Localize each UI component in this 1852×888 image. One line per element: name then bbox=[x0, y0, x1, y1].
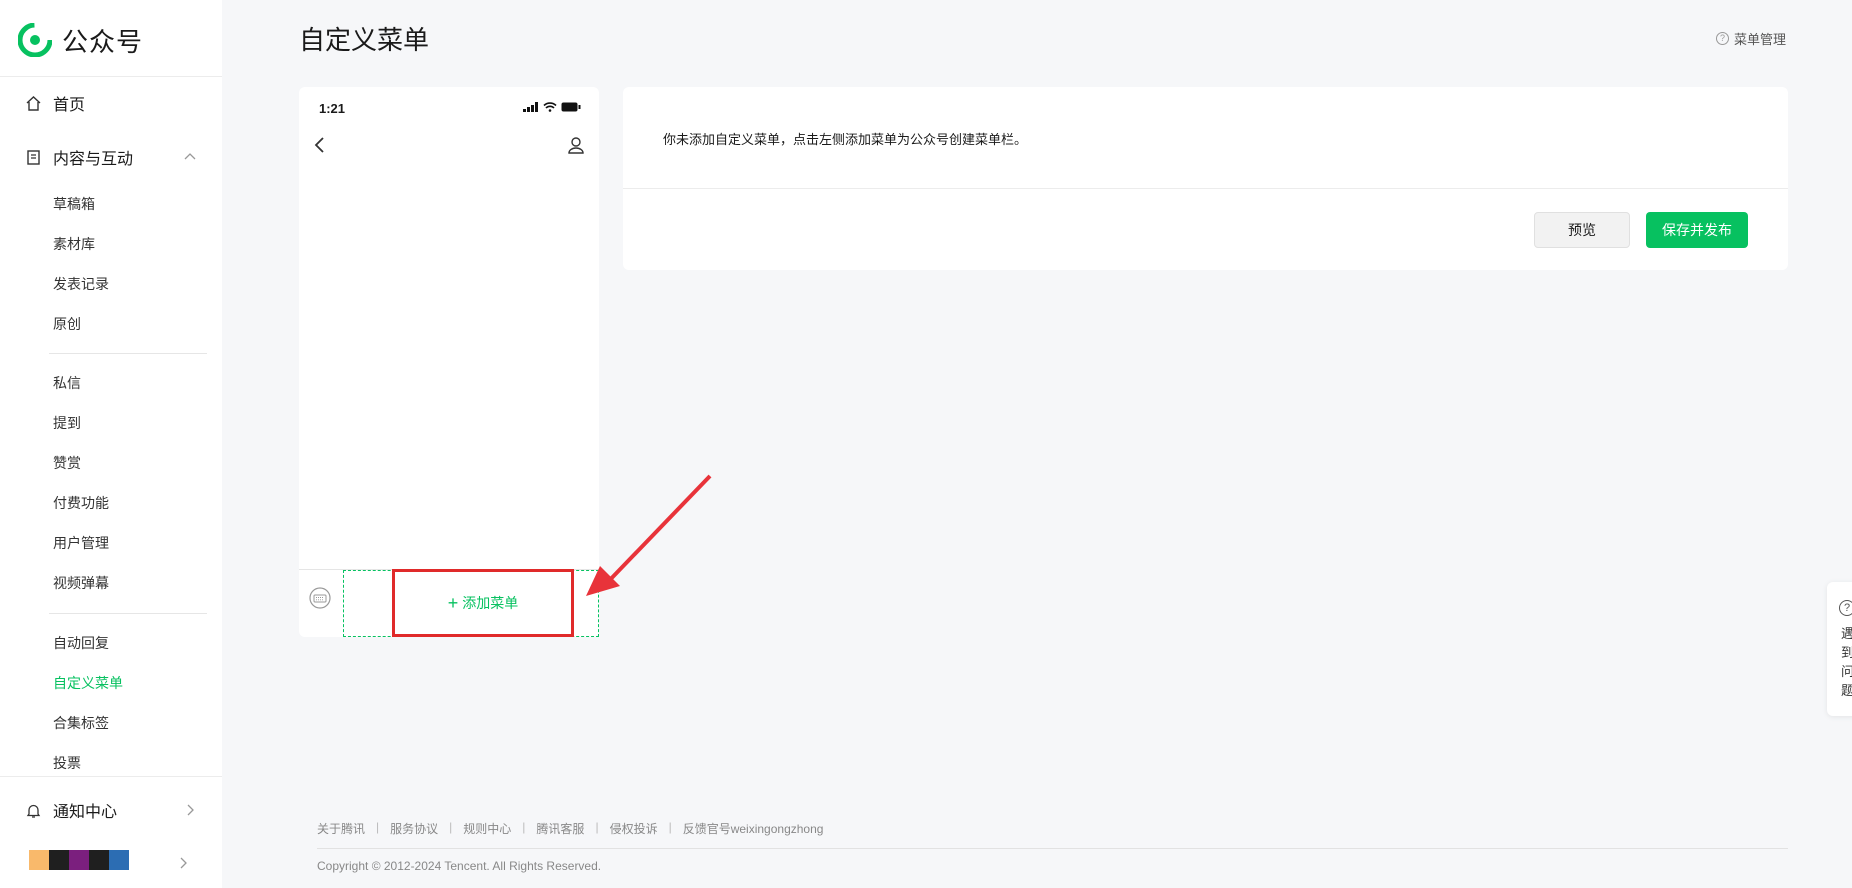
preview-button[interactable]: 预览 bbox=[1534, 212, 1630, 248]
add-menu-label: 添加菜单 bbox=[462, 595, 519, 611]
footer-separator: | bbox=[668, 820, 672, 834]
annotation-arrow-icon bbox=[586, 474, 712, 596]
sidebar-item-rewards[interactable]: 赞赏 bbox=[53, 453, 81, 473]
sidebar-divider bbox=[0, 776, 222, 777]
app-logo[interactable]: 公众号 bbox=[18, 22, 143, 58]
back-arrow-icon[interactable] bbox=[313, 135, 327, 155]
account-avatar-block bbox=[29, 850, 49, 870]
footer-link-service-agreement[interactable]: 服务协议 bbox=[390, 820, 438, 837]
help-circle-icon: ? bbox=[1715, 32, 1729, 45]
sidebar-item-drafts[interactable]: 草稿箱 bbox=[53, 194, 95, 214]
footer-divider bbox=[317, 848, 1788, 849]
menu-manage-label: 菜单管理 bbox=[1733, 32, 1786, 47]
sidebar-item-voting[interactable]: 投票 bbox=[53, 753, 81, 773]
sidebar-item-publish-records[interactable]: 发表记录 bbox=[53, 274, 109, 294]
app-name: 公众号 bbox=[62, 26, 144, 57]
sidebar-item-collection-tags[interactable]: 合集标签 bbox=[53, 713, 109, 733]
account-avatar-block bbox=[89, 850, 109, 870]
phone-status-time: 1:21 bbox=[319, 101, 346, 116]
footer-separator: | bbox=[449, 820, 453, 834]
sidebar-item-auto-reply[interactable]: 自动回复 bbox=[53, 633, 109, 653]
help-circle-icon: ? bbox=[1839, 600, 1852, 616]
sidebar-item-custom-menu[interactable]: 自定义菜单 bbox=[53, 673, 123, 693]
account-avatar-block bbox=[69, 850, 89, 870]
sidebar-item-home[interactable]: 首页 bbox=[25, 91, 197, 115]
account-avatar-block bbox=[49, 850, 69, 870]
chevron-right-icon[interactable] bbox=[176, 856, 190, 870]
sidebar-item-mentions[interactable]: 提到 bbox=[53, 413, 81, 433]
chevron-right-icon bbox=[183, 803, 197, 817]
keyboard-toggle-icon[interactable] bbox=[309, 587, 331, 609]
account-avatar-mosaic[interactable] bbox=[29, 850, 129, 870]
account-avatar-block bbox=[109, 850, 129, 870]
document-icon bbox=[25, 149, 42, 166]
sidebar-item-label: 通知中心 bbox=[53, 804, 118, 821]
sidebar-divider bbox=[49, 353, 207, 354]
footer-separator: | bbox=[376, 820, 380, 834]
wifi-icon bbox=[543, 102, 557, 112]
sidebar-item-content[interactable]: 内容与互动 bbox=[25, 145, 197, 169]
phone-status-icons bbox=[523, 102, 581, 112]
sidebar: 公众号 首页 内容与互动 草稿箱 素材库 发表记录 原创 私信 提到 赞赏 付费… bbox=[0, 0, 222, 888]
footer-link-about[interactable]: 关于腾讯 bbox=[317, 820, 365, 837]
plus-icon: + bbox=[447, 593, 459, 613]
help-float-label: 遇到问题 bbox=[1841, 626, 1852, 698]
panel-divider bbox=[623, 188, 1788, 189]
sidebar-item-video-danmaku[interactable]: 视频弹幕 bbox=[53, 573, 109, 593]
help-float-button[interactable]: ? 遇到问题 bbox=[1827, 582, 1852, 716]
save-publish-button[interactable]: 保存并发布 bbox=[1646, 212, 1748, 248]
sidebar-item-label: 首页 bbox=[53, 97, 86, 114]
sidebar-item-messages[interactable]: 私信 bbox=[53, 373, 81, 393]
home-icon bbox=[25, 95, 42, 112]
sidebar-item-original[interactable]: 原创 bbox=[53, 314, 81, 334]
footer-link-rules-center[interactable]: 规则中心 bbox=[463, 820, 511, 837]
page-title: 自定义菜单 bbox=[299, 25, 430, 55]
battery-icon bbox=[561, 102, 581, 112]
empty-menu-hint: 你未添加自定义菜单，点击左侧添加菜单为公众号创建菜单栏。 bbox=[663, 132, 1028, 147]
add-menu-button[interactable]: + 添加菜单 bbox=[392, 569, 574, 637]
sidebar-item-paid-features[interactable]: 付费功能 bbox=[53, 493, 109, 513]
sidebar-divider bbox=[0, 76, 222, 77]
sidebar-item-materials[interactable]: 素材库 bbox=[53, 234, 95, 254]
menu-editor-panel: 你未添加自定义菜单，点击左侧添加菜单为公众号创建菜单栏。 预览 保存并发布 bbox=[623, 87, 1788, 270]
sidebar-divider bbox=[49, 613, 207, 614]
phone-preview: 1:21 + 添加菜单 bbox=[299, 87, 599, 637]
user-profile-icon[interactable] bbox=[567, 135, 585, 155]
footer-separator: | bbox=[522, 820, 526, 834]
footer-link-infringement[interactable]: 侵权投诉 bbox=[610, 820, 658, 837]
footer-link-customer-service[interactable]: 腾讯客服 bbox=[536, 820, 584, 837]
wechat-official-logo-icon bbox=[18, 23, 52, 57]
sidebar-item-notice-center[interactable]: 通知中心 bbox=[25, 798, 197, 822]
footer-separator: | bbox=[595, 820, 599, 834]
chevron-up-icon[interactable] bbox=[183, 150, 197, 164]
signal-icon bbox=[523, 102, 538, 112]
sidebar-item-user-management[interactable]: 用户管理 bbox=[53, 533, 109, 553]
footer-link-feedback[interactable]: 反馈官号weixingongzhong bbox=[683, 820, 824, 837]
bell-icon bbox=[25, 802, 42, 819]
menu-manage-link[interactable]: ? 菜单管理 bbox=[1715, 29, 1786, 48]
sidebar-item-label: 内容与互动 bbox=[53, 151, 134, 168]
footer-links: 关于腾讯 | 服务协议 | 规则中心 | 腾讯客服 | 侵权投诉 | 反馈官号w… bbox=[317, 820, 823, 837]
copyright-text: Copyright © 2012-2024 Tencent. All Right… bbox=[317, 859, 602, 873]
